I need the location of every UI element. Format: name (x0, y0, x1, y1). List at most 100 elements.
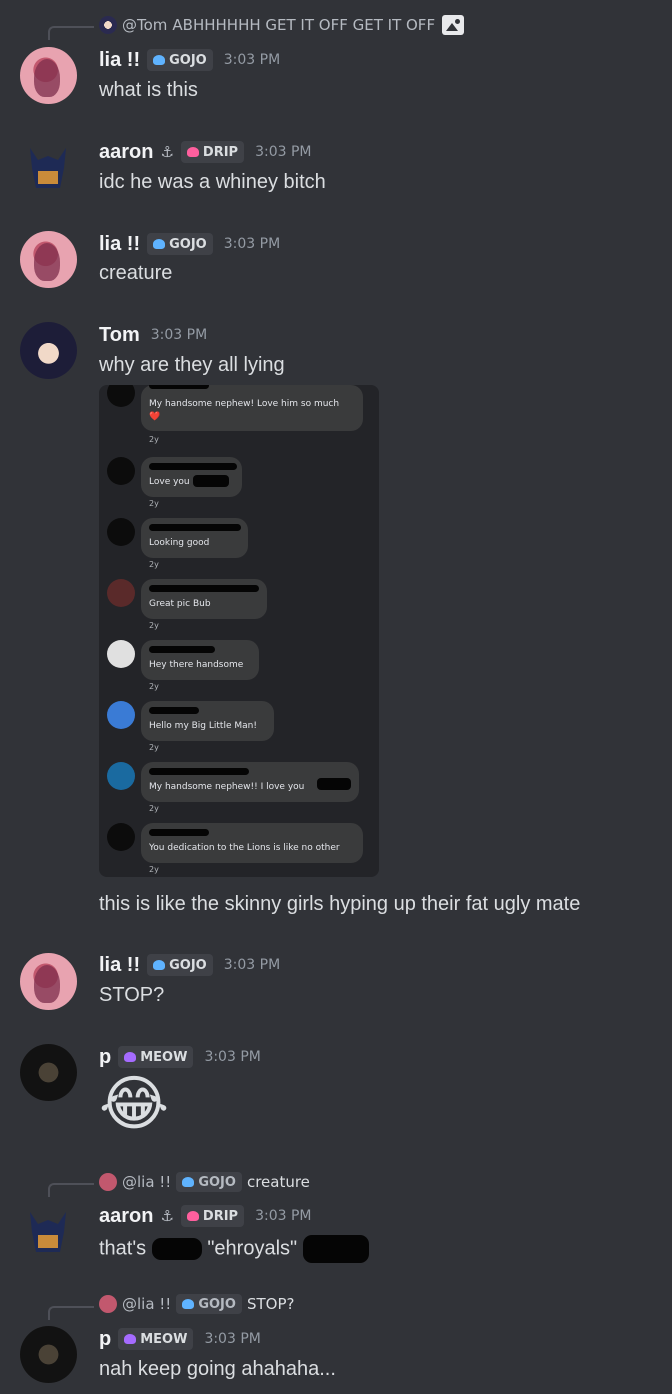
comment-age: 2y (149, 560, 159, 569)
message-text-part: that's (99, 1237, 147, 1260)
reply-author[interactable]: @lia !! (122, 1295, 171, 1313)
redacted-text (317, 778, 351, 790)
comment-text: You dedication to the Lions is like no o… (149, 843, 340, 853)
message-text: what is this (99, 79, 198, 101)
comment-age: 2y (149, 435, 159, 444)
comment-emoji: ❤️ (149, 412, 161, 422)
message-header: aaron ⚓ DRIP 3:03 PM (99, 138, 312, 166)
comment-age: 2y (149, 499, 159, 508)
laughing-emoji: 😂 (99, 1069, 170, 1139)
message-text: why are they all lying (99, 354, 285, 376)
comment-bubble: Great pic Bub (141, 579, 267, 619)
timestamp[interactable]: 3:03 PM (224, 236, 280, 252)
comment-bubble: Hello my Big Little Man! (141, 701, 274, 741)
username[interactable]: lia !! (99, 49, 140, 72)
reply-connector (48, 1183, 94, 1197)
reply-preview[interactable]: @Tom ABHHHHHH GET IT OFF GET IT OFF (99, 12, 465, 38)
timestamp[interactable]: 3:03 PM (204, 1331, 260, 1347)
role-tag: GOJO (176, 1172, 242, 1192)
message-header: lia !! GOJO 3:03 PM (99, 230, 280, 258)
comment-bubble: Looking good (141, 518, 248, 558)
avatar[interactable] (20, 231, 77, 288)
comment-bubble: My handsome nephew!! I love you (141, 762, 359, 802)
role-tag: GOJO (176, 1294, 242, 1314)
timestamp[interactable]: 3:03 PM (224, 957, 280, 973)
username[interactable]: lia !! (99, 954, 140, 977)
avatar[interactable] (20, 140, 77, 197)
drop-icon (186, 1211, 199, 1221)
username[interactable]: Tom (99, 324, 140, 347)
reply-preview[interactable]: @lia !! GOJO STOP? (99, 1291, 294, 1317)
reply-text: ABHHHHHH GET IT OFF GET IT OFF (172, 16, 436, 34)
avatar[interactable] (20, 322, 77, 379)
commenter-avatar (107, 701, 135, 729)
redaction-scribble (302, 1235, 369, 1263)
role-tag[interactable]: MEOW (118, 1328, 194, 1350)
drop-icon (186, 147, 199, 157)
message-text: that's "ehroyals" (99, 1235, 369, 1263)
role-tag[interactable]: DRIP (180, 141, 245, 163)
commenter-avatar (107, 762, 135, 790)
role-tag[interactable]: GOJO (147, 233, 213, 255)
comment-age: 2y (149, 743, 159, 752)
comment-bubble: You dedication to the Lions is like no o… (141, 823, 363, 863)
comment-age: 2y (149, 804, 159, 813)
username[interactable]: aaron (99, 141, 153, 164)
heart-icon (124, 1052, 137, 1062)
tag-label: MEOW (140, 1331, 188, 1347)
reply-author[interactable]: @lia !! (122, 1173, 171, 1191)
message-header: p MEOW 3:03 PM (99, 1325, 261, 1353)
tag-label: DRIP (202, 1208, 239, 1224)
role-tag[interactable]: GOJO (147, 954, 213, 976)
redacted-name (149, 585, 259, 592)
username[interactable]: aaron (99, 1205, 153, 1228)
heart-icon (153, 960, 166, 970)
batman-avatar-icon (30, 1212, 66, 1252)
message-text: STOP? (99, 984, 165, 1006)
avatar[interactable] (20, 1204, 77, 1261)
heart-icon (153, 55, 166, 65)
timestamp[interactable]: 3:03 PM (204, 1049, 260, 1065)
username[interactable]: p (99, 1046, 111, 1069)
timestamp[interactable]: 3:03 PM (255, 144, 311, 160)
anchor-icon: ⚓ (160, 143, 174, 161)
redacted-name (149, 707, 199, 714)
reply-avatar (99, 1173, 117, 1191)
redacted-name (149, 768, 249, 775)
commenter-avatar (107, 640, 135, 668)
avatar[interactable] (20, 1044, 77, 1101)
comment-text: Hello my Big Little Man! (149, 721, 257, 731)
comment-age: 2y (149, 621, 159, 630)
tag-label: GOJO (169, 957, 207, 973)
commenter-avatar (107, 579, 135, 607)
reply-preview[interactable]: @lia !! GOJO creature (99, 1169, 310, 1195)
timestamp[interactable]: 3:03 PM (151, 327, 207, 343)
heart-icon (153, 239, 166, 249)
timestamp[interactable]: 3:03 PM (255, 1208, 311, 1224)
avatar[interactable] (20, 1326, 77, 1383)
redacted-name (149, 463, 237, 470)
username[interactable]: lia !! (99, 233, 140, 256)
timestamp[interactable]: 3:03 PM (224, 52, 280, 68)
avatar[interactable] (20, 47, 77, 104)
reply-text: STOP? (246, 1295, 295, 1313)
role-tag[interactable]: MEOW (118, 1046, 194, 1068)
comment-bubble: My handsome nephew! Love him so much ❤️ (141, 385, 363, 431)
commenter-avatar (107, 823, 135, 851)
comment-text: Looking good (149, 538, 210, 548)
role-tag[interactable]: GOJO (147, 49, 213, 71)
message-text: nah keep going ahahaha... (99, 1358, 336, 1380)
message-header: lia !! GOJO 3:03 PM (99, 951, 280, 979)
avatar[interactable] (20, 953, 77, 1010)
reply-author[interactable]: @Tom (122, 16, 167, 34)
comment-bubble: Hey there handsome (141, 640, 259, 680)
comment-text: My handsome nephew! Love him so much (149, 399, 340, 409)
message-header: aaron ⚓ DRIP 3:03 PM (99, 1202, 312, 1230)
message-header: Tom 3:03 PM (99, 321, 207, 349)
role-tag[interactable]: DRIP (180, 1205, 245, 1227)
redaction-scribble (151, 1238, 202, 1260)
image-attachment[interactable]: My handsome nephew! Love him so much ❤️ … (99, 385, 379, 877)
message-text: this is like the skinny girls hyping up … (99, 893, 581, 915)
comment-text: Great pic Bub (149, 599, 211, 609)
username[interactable]: p (99, 1328, 111, 1351)
